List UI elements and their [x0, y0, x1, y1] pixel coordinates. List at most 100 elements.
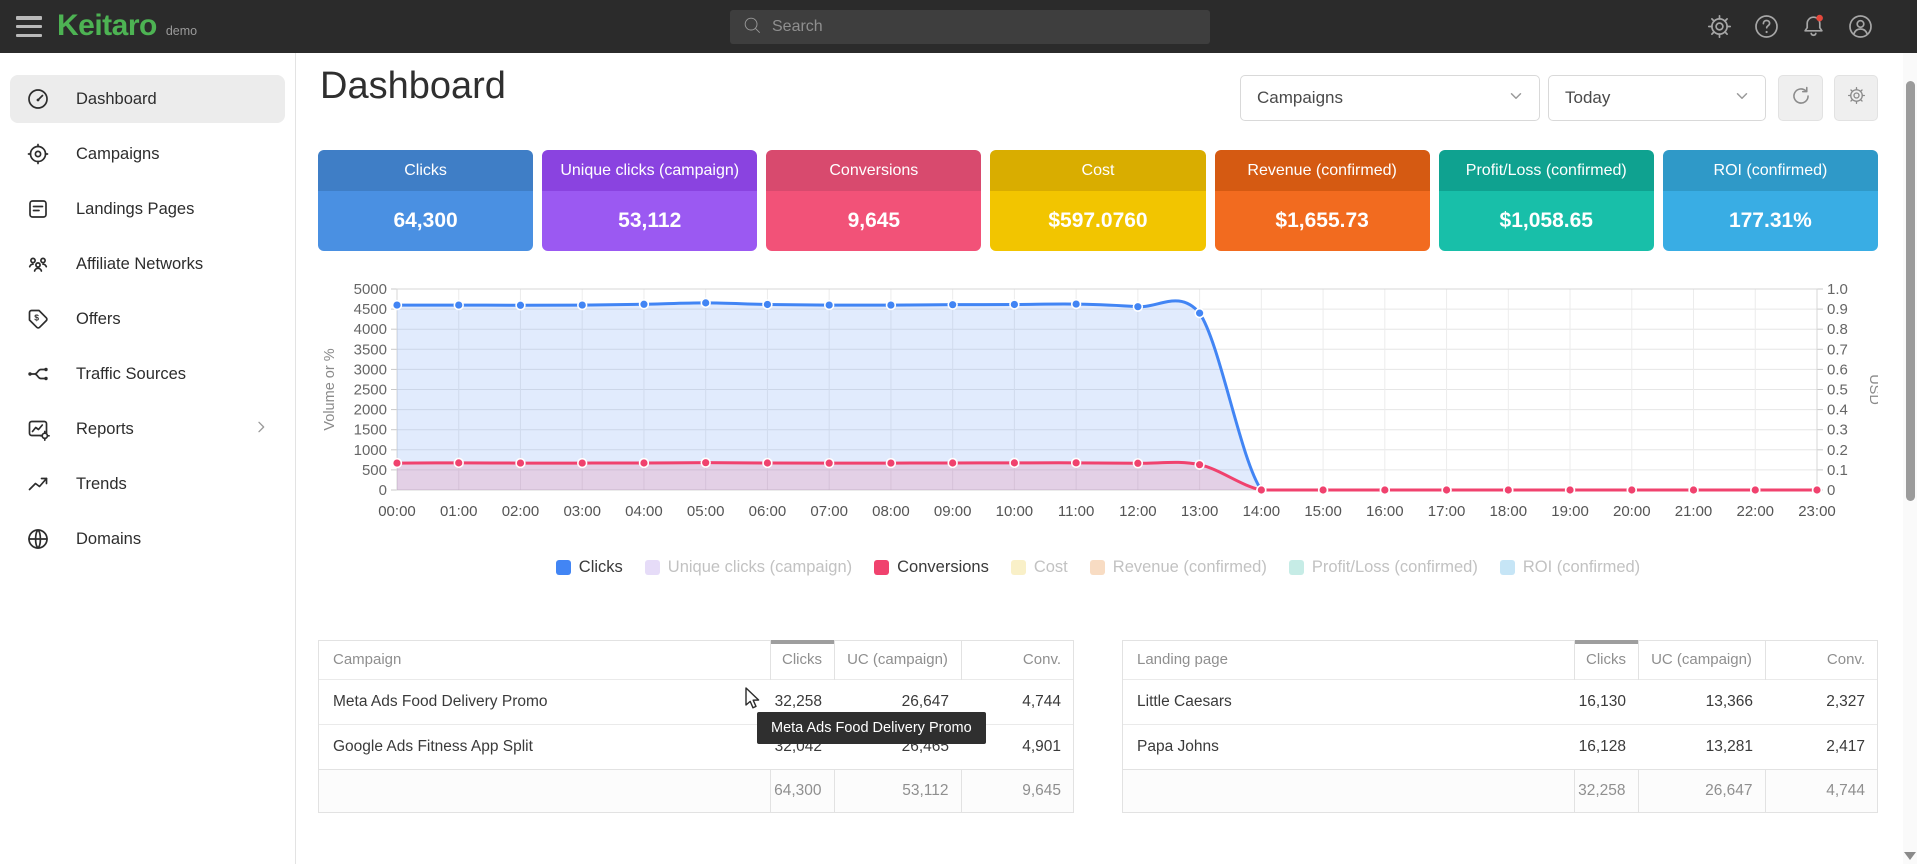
svg-text:1000: 1000: [354, 442, 387, 459]
svg-text:500: 500: [362, 462, 387, 479]
svg-text:06:00: 06:00: [749, 503, 787, 520]
sidebar-item-reports[interactable]: Reports: [10, 405, 285, 453]
legend-item-roi-confirmed[interactable]: ROI (confirmed): [1500, 558, 1640, 577]
row-name[interactable]: Little Caesars: [1123, 679, 1574, 724]
chevron-down-icon: [1507, 87, 1525, 110]
sort-indicator: [1575, 640, 1638, 644]
column-header-uc-campaign[interactable]: UC (campaign): [1638, 641, 1765, 679]
stat-card-clicks[interactable]: Clicks64,300: [318, 150, 533, 251]
dashboard-settings-button[interactable]: [1834, 75, 1878, 121]
row-value: 16,128: [1574, 724, 1638, 769]
scrollbar-thumb[interactable]: [1906, 81, 1915, 501]
sidebar-item-affiliate-networks[interactable]: Affiliate Networks: [10, 240, 285, 288]
stat-card-unique-clicks-campaign[interactable]: Unique clicks (campaign)53,112: [542, 150, 757, 251]
row-name[interactable]: Google Ads Fitness App Split: [319, 724, 770, 769]
entity-filter-value: Campaigns: [1257, 88, 1343, 108]
totals-row: 32,25826,6474,744: [1123, 769, 1877, 812]
legend-item-conversions[interactable]: Conversions: [874, 558, 989, 577]
scrollbar-down-arrow[interactable]: [1904, 852, 1916, 860]
column-header-uc-campaign[interactable]: UC (campaign): [834, 641, 961, 679]
sidebar-item-traffic-sources[interactable]: Traffic Sources: [10, 350, 285, 398]
notification-dot: [1816, 15, 1823, 22]
sidebar-item-dashboard[interactable]: Dashboard: [10, 75, 285, 123]
svg-text:3000: 3000: [354, 361, 387, 378]
settings-icon[interactable]: [1706, 13, 1733, 40]
svg-text:01:00: 01:00: [440, 503, 478, 520]
notifications-icon[interactable]: [1800, 13, 1827, 40]
top-bar: Keitaro demo: [0, 0, 1917, 53]
svg-text:0: 0: [1827, 482, 1835, 499]
legend-label: Revenue (confirmed): [1113, 558, 1267, 577]
stat-card-revenue-confirmed[interactable]: Revenue (confirmed)$1,655.73: [1215, 150, 1430, 251]
svg-text:0.7: 0.7: [1827, 341, 1848, 358]
account-icon[interactable]: [1847, 13, 1874, 40]
date-range-select[interactable]: Today: [1548, 75, 1766, 121]
legend-item-profit-loss-confirmed[interactable]: Profit/Loss (confirmed): [1289, 558, 1478, 577]
svg-text:USD: USD: [1866, 374, 1878, 405]
svg-text:0.9: 0.9: [1827, 301, 1848, 318]
svg-text:17:00: 17:00: [1428, 503, 1466, 520]
column-header-conv[interactable]: Conv.: [961, 641, 1073, 679]
svg-text:09:00: 09:00: [934, 503, 972, 520]
row-value: 16,130: [1574, 679, 1638, 724]
sidebar-item-campaigns[interactable]: Campaigns: [10, 130, 285, 178]
reports-icon: [26, 417, 50, 441]
stat-card-label: Cost: [990, 150, 1205, 191]
sidebar-item-label: Traffic Sources: [76, 365, 186, 384]
row-name[interactable]: Papa Johns: [1123, 724, 1574, 769]
help-icon[interactable]: [1753, 13, 1780, 40]
stat-card-value: 53,112: [542, 191, 757, 251]
column-header-conv[interactable]: Conv.: [1765, 641, 1877, 679]
vertical-scrollbar[interactable]: [1903, 53, 1917, 864]
column-header-name[interactable]: Landing page: [1123, 641, 1574, 679]
legend-label: Unique clicks (campaign): [668, 558, 852, 577]
table-row[interactable]: Papa Johns16,12813,2812,417: [1123, 724, 1877, 769]
svg-text:15:00: 15:00: [1304, 503, 1342, 520]
row-name[interactable]: Meta Ads Food Delivery Promo: [319, 679, 770, 724]
total-value: 53,112: [834, 769, 961, 812]
legend-item-clicks[interactable]: Clicks: [556, 558, 623, 577]
landing-pages-table: Landing pageClicksUC (campaign)Conv.Litt…: [1122, 640, 1878, 813]
stat-card-label: Profit/Loss (confirmed): [1439, 150, 1654, 191]
search-input[interactable]: [772, 18, 1198, 36]
total-value: 26,647: [1638, 769, 1765, 812]
entity-filter-select[interactable]: Campaigns: [1240, 75, 1540, 121]
sidebar-item-offers[interactable]: $Offers: [10, 295, 285, 343]
sidebar-item-label: Domains: [76, 530, 141, 549]
page-title: Dashboard: [320, 65, 506, 108]
sidebar-item-trends[interactable]: Trends: [10, 460, 285, 508]
sidebar-item-label: Trends: [76, 475, 127, 494]
row-value: 13,281: [1638, 724, 1765, 769]
svg-text:2000: 2000: [354, 402, 387, 419]
svg-text:03:00: 03:00: [563, 503, 601, 520]
legend-swatch: [1289, 560, 1304, 575]
offers-icon: $: [26, 307, 50, 331]
chevron-right-icon: [253, 419, 269, 440]
refresh-button[interactable]: [1778, 75, 1823, 121]
legend-item-revenue-confirmed[interactable]: Revenue (confirmed): [1090, 558, 1267, 577]
svg-text:18:00: 18:00: [1490, 503, 1528, 520]
svg-text:0.6: 0.6: [1827, 361, 1848, 378]
sidebar-item-domains[interactable]: Domains: [10, 515, 285, 563]
stat-card-cost[interactable]: Cost$597.0760: [990, 150, 1205, 251]
table-row[interactable]: Little Caesars16,13013,3662,327: [1123, 679, 1877, 724]
legend-item-cost[interactable]: Cost: [1011, 558, 1068, 577]
stat-card-profit-loss-confirmed[interactable]: Profit/Loss (confirmed)$1,058.65: [1439, 150, 1654, 251]
stat-card-conversions[interactable]: Conversions9,645: [766, 150, 981, 251]
sort-indicator: [771, 640, 834, 644]
legend-item-unique-clicks-campaign[interactable]: Unique clicks (campaign): [645, 558, 852, 577]
sidebar-item-label: Dashboard: [76, 90, 157, 109]
stat-card-value: $1,655.73: [1215, 191, 1430, 251]
svg-text:0.2: 0.2: [1827, 442, 1848, 459]
column-header-clicks[interactable]: Clicks: [770, 641, 834, 679]
stat-card-label: Revenue (confirmed): [1215, 150, 1430, 191]
sidebar-item-landings-pages[interactable]: Landings Pages: [10, 185, 285, 233]
dashboard-icon: [26, 87, 50, 111]
campaigns-icon: [26, 142, 50, 166]
column-header-name[interactable]: Campaign: [319, 641, 770, 679]
column-header-clicks[interactable]: Clicks: [1574, 641, 1638, 679]
menu-toggle-icon[interactable]: [16, 16, 42, 37]
global-search[interactable]: [730, 10, 1210, 44]
svg-text:0.5: 0.5: [1827, 382, 1848, 399]
stat-card-roi-confirmed[interactable]: ROI (confirmed)177.31%: [1663, 150, 1878, 251]
